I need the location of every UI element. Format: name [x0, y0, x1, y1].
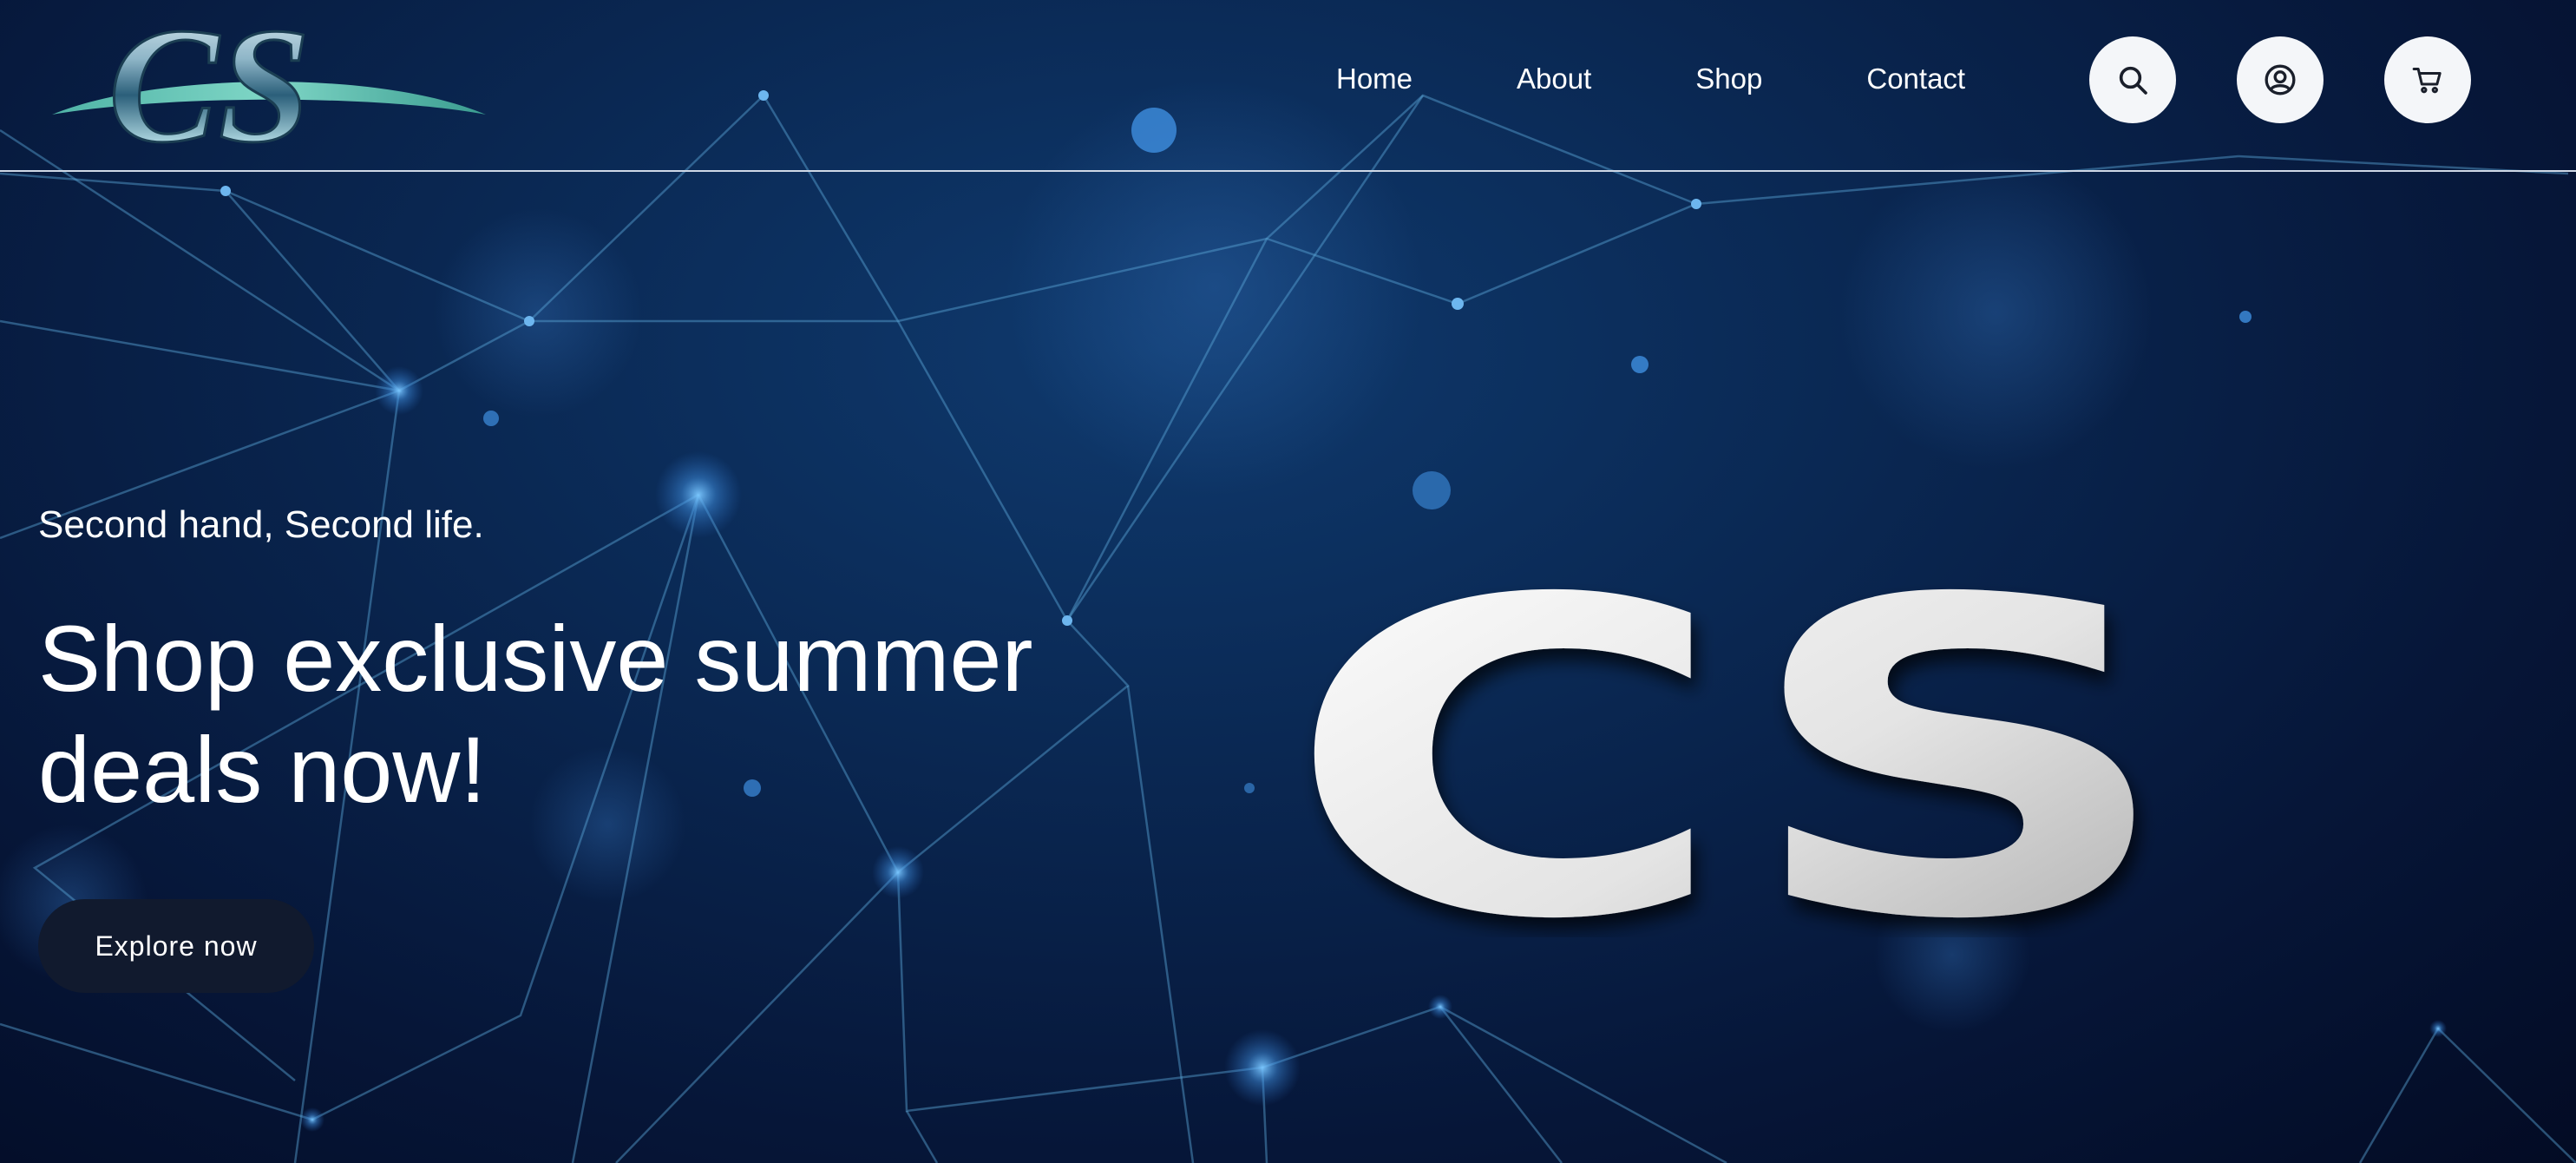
hero-headline: Shop exclusive summer deals now!	[38, 606, 1033, 822]
hero-tagline: Second hand, Second life.	[38, 503, 484, 546]
nav-about[interactable]: About	[1517, 62, 1591, 95]
cart-icon	[2412, 68, 2442, 94]
svg-text:CS: CS	[1284, 573, 2178, 937]
nav-home[interactable]: Home	[1336, 62, 1413, 95]
cs-hero-image: CS	[1284, 573, 2178, 937]
svg-text:CS: CS	[108, 12, 310, 151]
account-icon	[2265, 64, 2296, 95]
search-button[interactable]	[2089, 36, 2176, 123]
account-button[interactable]	[2237, 36, 2324, 123]
site-header: CS Home About Shop Contact	[0, 0, 2576, 172]
cs-chrome-logo[interactable]: CS	[48, 12, 490, 151]
nav-shop[interactable]: Shop	[1695, 62, 1762, 95]
main-nav: Home About Shop Contact	[1336, 0, 1965, 158]
cart-button[interactable]	[2384, 36, 2471, 123]
explore-now-button[interactable]: Explore now	[38, 899, 314, 993]
nav-contact[interactable]: Contact	[1866, 62, 1965, 95]
search-icon	[2119, 66, 2147, 95]
